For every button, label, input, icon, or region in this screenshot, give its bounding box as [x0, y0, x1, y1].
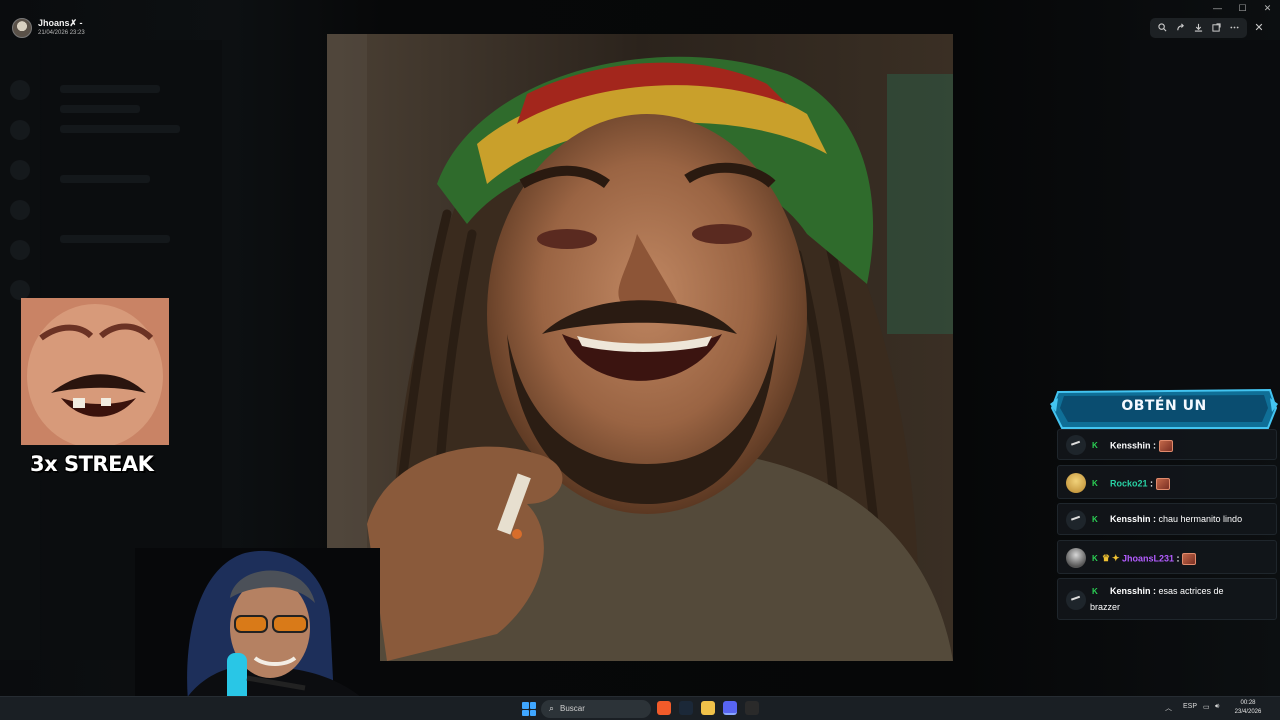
- search-icon: ⌕: [549, 703, 555, 713]
- minimize-button[interactable]: —: [1205, 2, 1230, 14]
- chat-line: Kensshin : chau hermanito lindo: [1110, 514, 1242, 524]
- crown-icon: ♛: [1102, 553, 1111, 563]
- sub-badge-icon: K: [1092, 441, 1098, 450]
- ghost-line: [60, 125, 180, 133]
- ghost-line: [60, 105, 140, 113]
- chat-username: Kensshin: [1110, 586, 1151, 596]
- chat-text: chau hermanito lindo: [1158, 514, 1243, 524]
- chat-separator: :: [1150, 440, 1159, 451]
- avatar[interactable]: [12, 18, 32, 38]
- member-list-ghost: [1130, 40, 1280, 390]
- chat-avatar: [1066, 510, 1086, 530]
- close-icon[interactable]: ✕: [1250, 18, 1268, 38]
- emote-icon: [1182, 553, 1197, 565]
- chat-line: Kensshin : esas actrices de: [1110, 586, 1224, 596]
- ghost-line: [60, 85, 160, 93]
- clock-time: 00:28: [1240, 700, 1256, 706]
- open-icon[interactable]: [1210, 22, 1222, 34]
- tray-expand-icon[interactable]: ︿: [1165, 703, 1172, 713]
- streamer-webcam: [135, 548, 380, 720]
- steam-icon[interactable]: [679, 701, 693, 715]
- poster-name: Jhoans✗ -: [38, 18, 83, 28]
- chat-username: Kensshin: [1110, 514, 1151, 524]
- sub-badge-icon: K: [1092, 479, 1098, 488]
- chat-separator: :: [1150, 514, 1159, 524]
- maximize-button[interactable]: ☐: [1230, 2, 1255, 14]
- sparkle-icon: ✦: [1112, 553, 1120, 563]
- chat-avatar: [1066, 590, 1086, 610]
- ghost-line: [60, 175, 150, 183]
- download-icon[interactable]: [1192, 23, 1204, 34]
- chat-message: K Kensshin : chau hermanito lindo: [1057, 503, 1277, 535]
- brave-icon[interactable]: [657, 701, 671, 715]
- viewed-image[interactable]: [327, 34, 953, 661]
- chat-text: esas actrices de: [1158, 586, 1224, 596]
- chat-separator: :: [1150, 586, 1159, 596]
- discord-icon[interactable]: [723, 701, 737, 715]
- volume-icon[interactable]: 🔊︎: [1215, 703, 1219, 711]
- chat-username: Kensshin: [1110, 440, 1151, 451]
- promo-banner: OBTÉN UN: [1050, 388, 1278, 430]
- window-controls: — ☐ ✕: [1205, 2, 1280, 14]
- emote-icon: [1155, 478, 1170, 490]
- folder-icon[interactable]: [701, 701, 715, 715]
- chat-line: Rocko21 :: [1110, 478, 1170, 490]
- sub-badge-icon: K: [1092, 587, 1098, 596]
- chat-separator: :: [1147, 478, 1156, 489]
- chat-avatar: [1066, 473, 1086, 493]
- chat-avatar: [1066, 435, 1086, 455]
- taskbar-search[interactable]: ⌕ Buscar: [541, 700, 651, 718]
- chat-separator: :: [1174, 553, 1183, 564]
- sub-badge-icon: K: [1092, 515, 1098, 524]
- screen: Jhoans✗ - 21/04/2026 23:23 — ☐ ✕ ✕ 3x ST…: [0, 0, 1280, 720]
- epic-games-icon[interactable]: [745, 701, 759, 715]
- streak-counter: 3x STREAK: [30, 452, 154, 476]
- chat-message: K ♛ ✦ JhoansL231 :: [1057, 540, 1277, 574]
- post-date: 21/04/2026 23:23: [38, 30, 85, 36]
- windows-start-icon[interactable]: [522, 702, 536, 716]
- network-icon[interactable]: ▭: [1203, 703, 1210, 711]
- viewer-toolbar: [1150, 18, 1247, 38]
- zoom-icon[interactable]: [1157, 22, 1169, 34]
- laughing-emote-image: [21, 298, 169, 445]
- system-clock[interactable]: 00:28 23/4/2026: [1228, 699, 1268, 717]
- chat-username: Rocko21: [1110, 478, 1148, 489]
- chat-message: K Rocko21 :: [1057, 465, 1277, 499]
- chat-text-continued: brazzer: [1090, 602, 1121, 612]
- window-close-button[interactable]: ✕: [1255, 2, 1280, 14]
- chat-line: Kensshin :: [1110, 440, 1173, 452]
- chat-message: K Kensshin : esas actrices de brazzer: [1057, 578, 1277, 620]
- clock-date: 23/4/2026: [1234, 709, 1262, 715]
- search-placeholder: Buscar: [560, 704, 585, 713]
- chat-message: K Kensshin :: [1057, 429, 1277, 460]
- emote-icon: [1158, 440, 1173, 452]
- share-icon[interactable]: [1175, 23, 1187, 34]
- taskbar: ⌕ Buscar ︿ ESP ▭ 🔊︎ 00:28 23/4/2026: [0, 696, 1280, 720]
- sub-badge-icon: K: [1092, 554, 1098, 563]
- chat-username: JhoansL231: [1122, 553, 1175, 564]
- language-indicator[interactable]: ESP: [1183, 703, 1197, 710]
- ghost-line: [60, 235, 170, 243]
- banner-text: OBTÉN UN: [1121, 398, 1207, 414]
- chat-line: JhoansL231 :: [1122, 553, 1197, 565]
- more-icon[interactable]: [1228, 23, 1240, 34]
- chat-avatar: [1066, 548, 1086, 568]
